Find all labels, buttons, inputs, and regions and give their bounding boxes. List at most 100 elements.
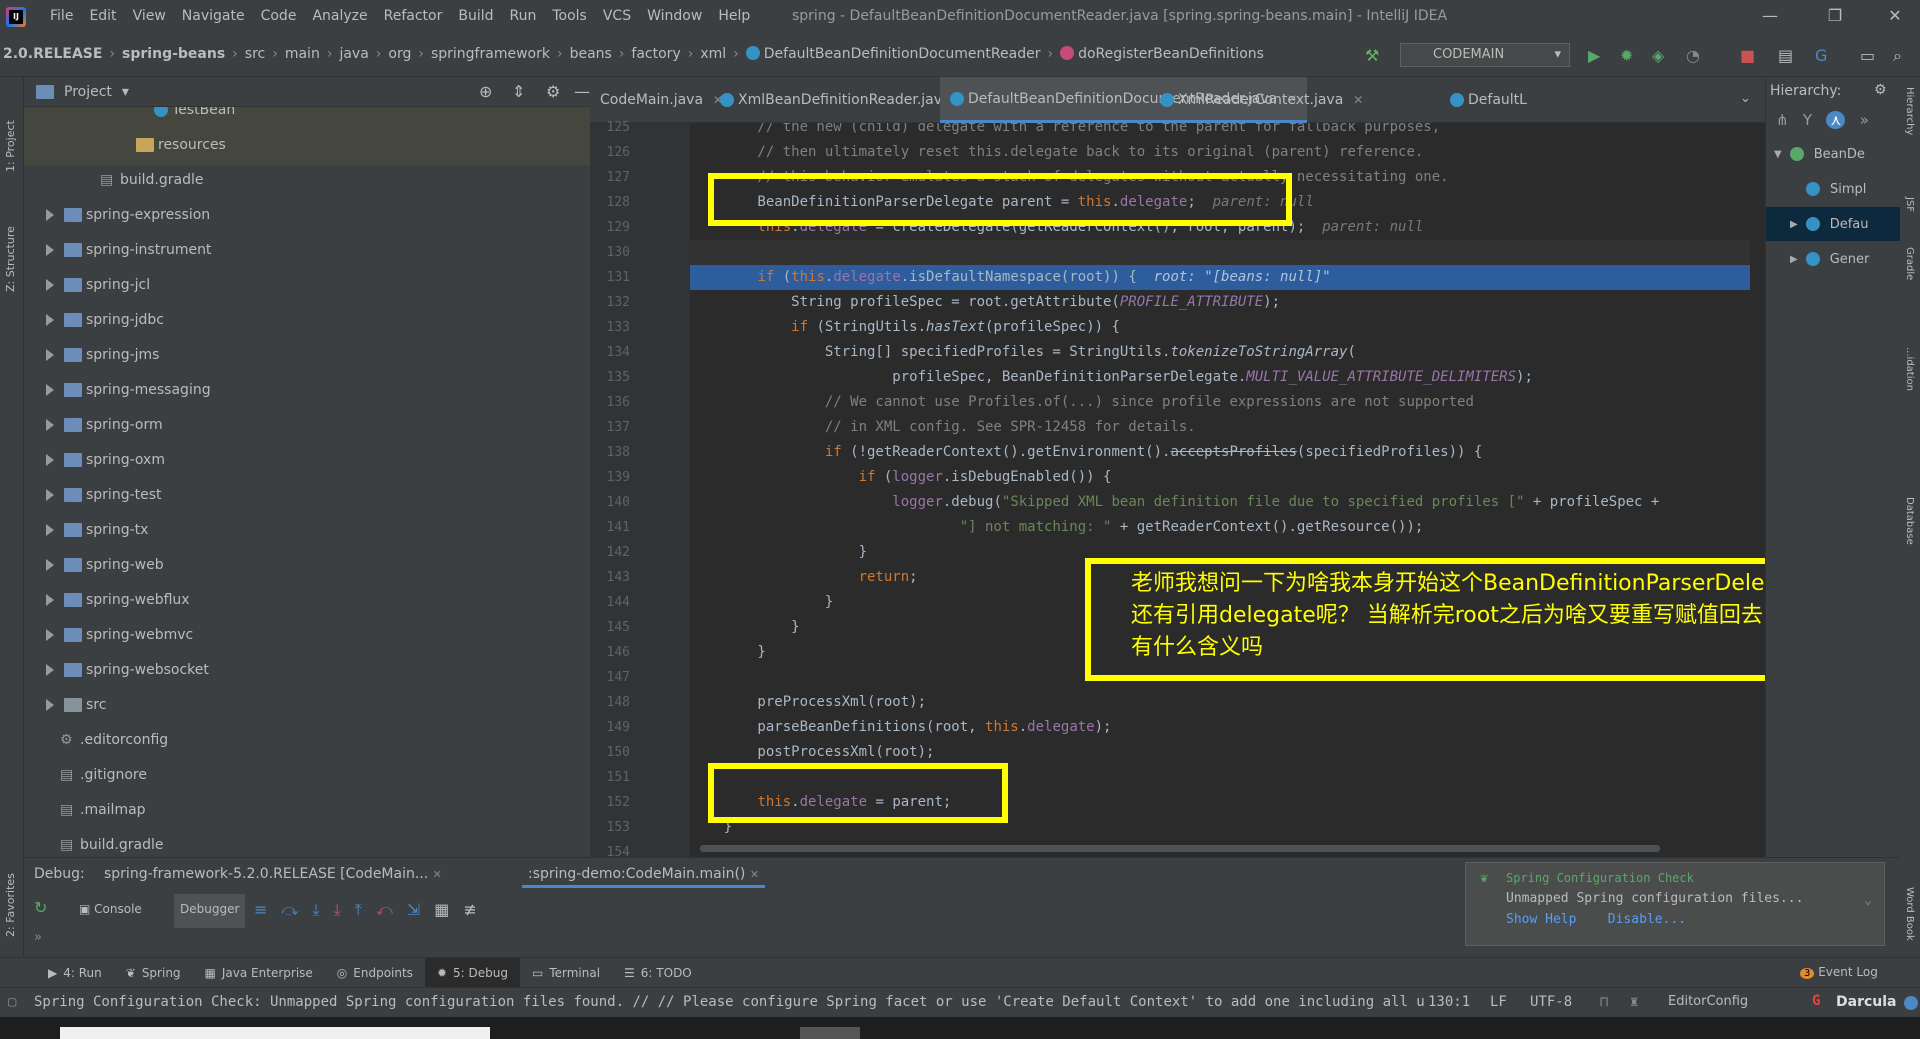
project-tree-item[interactable]: ▤ .gitignore <box>24 757 147 792</box>
lock-icon[interactable]: ⊓ <box>1600 994 1608 1010</box>
menu-item-analyze[interactable]: Analyze <box>304 8 375 24</box>
status-message[interactable]: Spring Configuration Check: Unmapped Spr… <box>34 994 1424 1010</box>
bottom-tool-tab[interactable]: ▦ Java Enterprise <box>193 958 325 988</box>
chevron-right-icon[interactable] <box>46 243 54 256</box>
hierarchy-tool-tab[interactable]: Hierarchy <box>1904 87 1915 135</box>
run-to-cursor-icon[interactable]: ⇲ <box>407 900 434 919</box>
drop-frame-icon[interactable]: ⤺ <box>376 900 407 919</box>
editorconfig-indicator[interactable]: EditorConfig <box>1668 994 1748 1009</box>
project-tree-item[interactable]: TestBean <box>24 107 235 127</box>
project-tree-item[interactable]: ▤ build.gradle <box>24 162 204 197</box>
gradle-tool-tab[interactable]: Gradle <box>1904 247 1915 280</box>
breadcrumb-item[interactable]: factory <box>628 46 683 62</box>
project-tree-item[interactable]: ⚙ .editorconfig <box>24 722 168 757</box>
menu-item-build[interactable]: Build <box>450 8 501 24</box>
more-icon[interactable]: » <box>1860 111 1869 129</box>
project-tree-item[interactable]: spring-orm <box>24 407 163 442</box>
chevron-right-icon[interactable] <box>46 313 54 326</box>
breadcrumb-item[interactable]: 2.0.RELEASE <box>0 46 105 62</box>
chevron-right-icon[interactable] <box>46 698 54 711</box>
profile-icon[interactable]: ◔ <box>1686 46 1704 65</box>
project-tree-item[interactable]: spring-oxm <box>24 442 165 477</box>
project-tree-item[interactable]: spring-webmvc <box>24 617 193 652</box>
chevron-right-icon[interactable] <box>46 453 54 466</box>
chevron-right-icon[interactable] <box>46 488 54 501</box>
database-tool-tab[interactable]: Database <box>1904 497 1915 545</box>
hierarchy-item[interactable]: ▶ Defau <box>1766 207 1901 241</box>
close-icon[interactable]: ✕ <box>433 868 442 881</box>
menu-item-file[interactable]: File <box>42 8 81 24</box>
chevron-right-icon[interactable] <box>46 278 54 291</box>
hierarchy-item[interactable]: Simpl <box>1766 172 1901 206</box>
favorites-tool-tab[interactable]: 2: Favorites <box>4 873 17 937</box>
layout-toggle-icon[interactable]: ▢ <box>8 994 16 1010</box>
debugger-tab[interactable]: Debugger <box>174 894 246 928</box>
memory-indicator-icon[interactable] <box>1904 996 1918 1010</box>
structure-tool-tab[interactable]: Z: Structure <box>4 226 17 292</box>
run-configuration-select[interactable]: CODEMAIN ▾ <box>1400 43 1570 67</box>
word-book-tool-tab[interactable]: Word Book <box>1904 887 1915 941</box>
project-tree-item[interactable]: spring-tx <box>24 512 148 547</box>
chevron-right-icon[interactable] <box>46 593 54 606</box>
bottom-tool-tab[interactable]: ▶ 4: Run <box>36 958 114 988</box>
project-structure-icon[interactable]: ▤ <box>1778 46 1796 65</box>
bottom-tool-tab[interactable]: ▭ Terminal <box>520 958 612 988</box>
frames-icon[interactable]: ≡ <box>254 900 281 919</box>
evaluate-icon[interactable]: ▦ <box>434 900 463 919</box>
project-tree-item[interactable]: spring-instrument <box>24 232 211 267</box>
show-help-link[interactable]: Show Help <box>1506 912 1576 927</box>
project-tree-item[interactable]: spring-jms <box>24 337 159 372</box>
build-hammer-icon[interactable]: ⚒ <box>1365 46 1383 65</box>
breadcrumb-item[interactable]: org <box>385 46 414 62</box>
chevron-right-icon[interactable]: ▶ <box>1790 254 1798 265</box>
menu-item-code[interactable]: Code <box>253 8 305 24</box>
maximize-icon[interactable]: ❐ <box>1820 6 1850 28</box>
stop-icon[interactable]: ■ <box>1740 46 1758 65</box>
breadcrumb-item[interactable]: xml <box>697 46 729 62</box>
chevron-down-icon[interactable]: ▾ <box>122 84 129 100</box>
console-tab[interactable]: ▣ Console <box>79 902 142 916</box>
type-hierarchy-icon[interactable]: ⋔ <box>1776 111 1789 129</box>
project-tree-item[interactable]: resources <box>24 127 226 162</box>
chevron-right-icon[interactable] <box>46 418 54 431</box>
project-tree-item[interactable]: src <box>24 687 106 722</box>
project-tree-item[interactable]: spring-messaging <box>24 372 211 407</box>
close-icon[interactable]: ✕ <box>1880 6 1910 28</box>
gear-icon[interactable]: ⚙ <box>546 82 560 101</box>
event-log-tab[interactable]: 3 Event Log <box>1800 965 1878 979</box>
layout-icon[interactable]: ▭ <box>1860 46 1878 65</box>
line-separator[interactable]: LF <box>1490 994 1507 1010</box>
bottom-tool-tab[interactable]: ☰ 6: TODO <box>612 958 704 988</box>
rerun-icon[interactable]: ↻ <box>34 898 47 917</box>
chevron-right-icon[interactable] <box>46 523 54 536</box>
jsf-tool-tab[interactable]: JSF <box>1904 197 1915 212</box>
bottom-tool-tab[interactable]: ◎ Endpoints <box>325 958 425 988</box>
project-tree-item[interactable]: spring-web <box>24 547 164 582</box>
close-icon[interactable]: ✕ <box>1353 93 1363 107</box>
chevron-right-icon[interactable]: ▶ <box>1790 219 1798 230</box>
chevron-right-icon[interactable] <box>46 208 54 221</box>
trace-icon[interactable]: ≢ <box>463 900 490 919</box>
debug-icon[interactable]: ✹ <box>1620 46 1638 65</box>
caret-position[interactable]: 130:1 <box>1428 994 1470 1010</box>
step-into-icon[interactable]: ⤓ <box>313 900 334 919</box>
project-tool-tab[interactable]: 1: Project <box>4 120 17 172</box>
debug-session-tab-2[interactable]: :spring-demo:CodeMain.main() ✕ <box>522 858 766 888</box>
force-step-into-icon[interactable]: ⤓ <box>334 900 355 919</box>
chevron-right-icon[interactable] <box>46 348 54 361</box>
chevron-right-icon[interactable] <box>46 558 54 571</box>
bottom-tool-tab[interactable]: ❦ Spring <box>114 958 193 988</box>
project-tree-item[interactable]: spring-jcl <box>24 267 150 302</box>
menu-item-window[interactable]: Window <box>639 8 710 24</box>
debug-session-tab-1[interactable]: spring-framework-5.2.0.RELEASE [CodeMain… <box>104 866 442 882</box>
editor-scrollbar[interactable] <box>1750 123 1765 857</box>
project-panel-title[interactable]: Project <box>64 84 112 100</box>
editor-tab[interactable]: DefaultL <box>1440 77 1537 123</box>
code-view[interactable]: // the new (child) delegate with a refer… <box>690 123 1765 857</box>
file-encoding[interactable]: UTF-8 <box>1530 994 1572 1010</box>
search-icon[interactable]: ⌕ <box>1893 46 1911 65</box>
project-tree-item[interactable]: spring-test <box>24 477 162 512</box>
chevron-right-icon[interactable] <box>46 383 54 396</box>
step-over-icon[interactable]: ⤼ <box>281 900 312 919</box>
menu-item-navigate[interactable]: Navigate <box>174 8 253 24</box>
